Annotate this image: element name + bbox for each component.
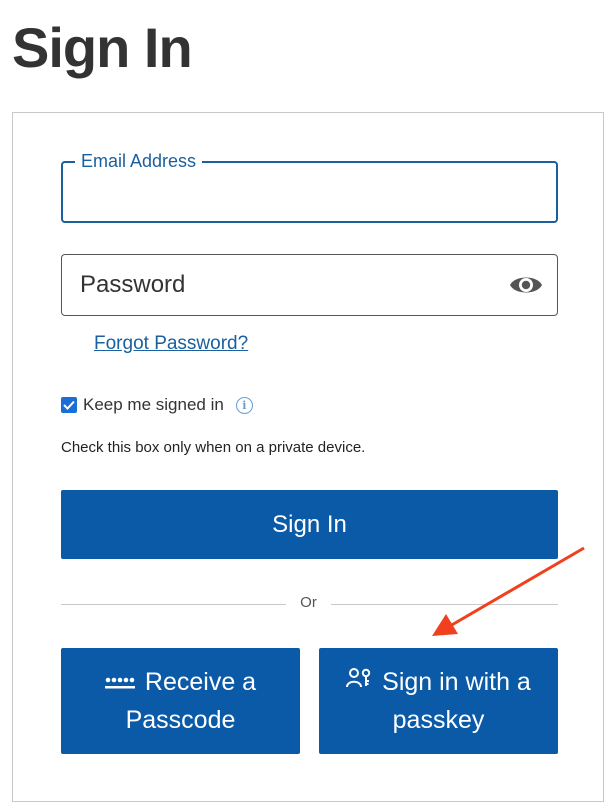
passcode-label-line2: Passcode xyxy=(125,706,236,734)
keep-signed-in-row: Keep me signed in i xyxy=(61,394,253,416)
email-field[interactable] xyxy=(63,163,556,221)
sign-in-card: Email Address Forgot Password? Keep me s… xyxy=(12,112,604,802)
forgot-password-link[interactable]: Forgot Password? xyxy=(94,333,248,355)
keep-signed-in-checkbox[interactable] xyxy=(61,397,77,413)
divider-line-left xyxy=(61,604,286,605)
checkmark-icon xyxy=(63,400,75,410)
password-field-wrapper[interactable] xyxy=(61,254,558,316)
password-field[interactable] xyxy=(62,255,492,315)
divider-or: Or xyxy=(300,594,317,611)
sign-in-passkey-button[interactable]: Sign in with a passkey xyxy=(319,648,558,754)
dots-icon xyxy=(104,662,135,700)
private-device-note: Check this box only when on a private de… xyxy=(61,439,366,456)
page-title: Sign In xyxy=(12,16,193,79)
keep-signed-in-label: Keep me signed in xyxy=(83,395,224,414)
info-icon[interactable]: i xyxy=(235,396,253,414)
passkey-label-line2: passkey xyxy=(392,706,485,734)
passkey-label-line1: Sign in with a xyxy=(382,668,531,696)
email-field-wrapper[interactable]: Email Address xyxy=(61,150,558,223)
red-arrow-icon xyxy=(432,546,585,636)
passkey-person-key-icon xyxy=(346,662,372,700)
eye-icon[interactable] xyxy=(509,270,543,300)
receive-passcode-button[interactable]: Receive a Passcode xyxy=(61,648,300,754)
passcode-label-line1: Receive a xyxy=(144,668,257,696)
